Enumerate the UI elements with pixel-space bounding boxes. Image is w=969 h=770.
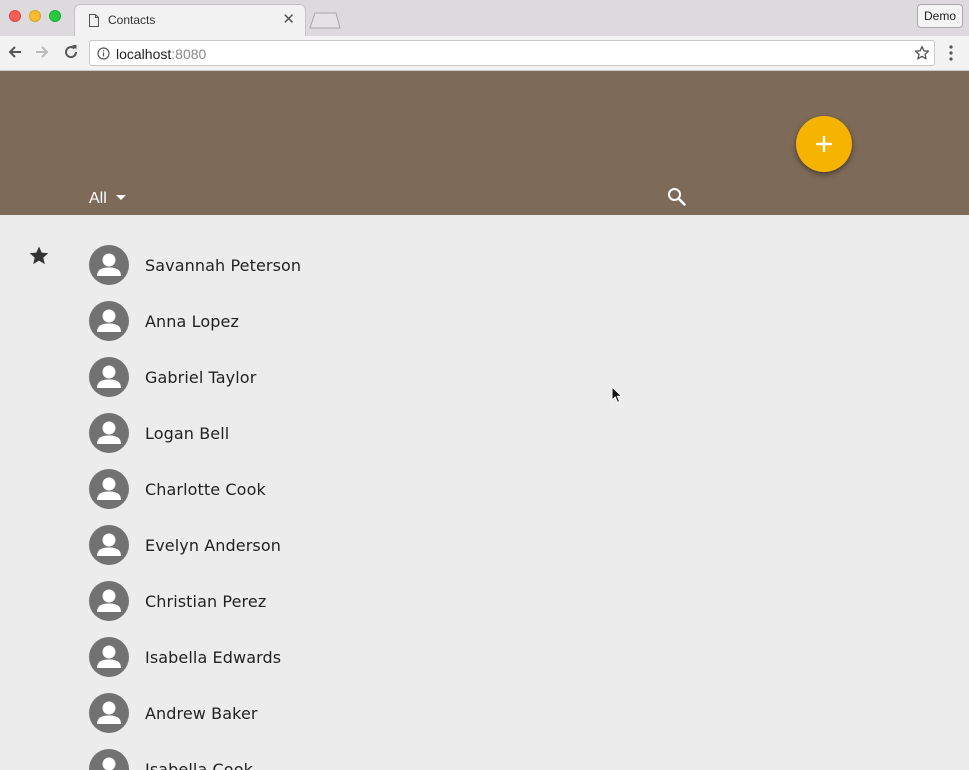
person-icon bbox=[97, 701, 121, 724]
url-host: localhost bbox=[116, 46, 172, 62]
avatar bbox=[89, 469, 129, 509]
plus-icon bbox=[815, 135, 833, 153]
maximize-window-button[interactable] bbox=[49, 10, 61, 22]
contact-row[interactable]: Charlotte Cook bbox=[0, 459, 969, 515]
avatar bbox=[89, 245, 129, 285]
person-icon bbox=[102, 757, 116, 770]
contact-name: Savannah Peterson bbox=[145, 256, 302, 275]
back-arrow-icon[interactable] bbox=[6, 43, 24, 61]
person-icon bbox=[97, 253, 121, 276]
person-icon bbox=[97, 421, 121, 444]
avatar bbox=[89, 693, 129, 733]
contact-row[interactable]: Anna Lopez bbox=[0, 291, 969, 347]
avatar bbox=[89, 749, 129, 770]
contact-name: Isabella Cook bbox=[145, 760, 253, 770]
reload-icon[interactable] bbox=[62, 43, 80, 61]
contact-row[interactable]: Evelyn Anderson bbox=[0, 515, 969, 571]
url-port: :8080 bbox=[171, 46, 207, 62]
filter-label: All bbox=[89, 190, 107, 207]
address-bar[interactable]: localhost:8080 bbox=[89, 40, 935, 66]
tab-title: Contacts bbox=[108, 13, 156, 27]
person-icon bbox=[97, 477, 121, 500]
avatar bbox=[89, 637, 129, 677]
contact-row[interactable]: Gabriel Taylor bbox=[0, 347, 969, 403]
url-text: localhost:8080 bbox=[116, 46, 206, 62]
filter-dropdown[interactable]: All bbox=[89, 190, 126, 208]
avatar bbox=[89, 525, 129, 565]
new-tab-button[interactable] bbox=[309, 12, 341, 29]
contact-name: Evelyn Anderson bbox=[145, 536, 281, 555]
browser-menu-icon[interactable] bbox=[945, 44, 957, 62]
bookmark-star-icon[interactable] bbox=[914, 45, 930, 61]
contact-name: Isabella Edwards bbox=[145, 648, 282, 667]
close-window-button[interactable] bbox=[9, 10, 21, 22]
contact-name: Logan Bell bbox=[145, 424, 230, 443]
person-icon bbox=[97, 589, 121, 612]
avatar bbox=[89, 581, 129, 621]
profile-button[interactable]: Demo bbox=[917, 4, 963, 28]
contact-list: Savannah Peterson Anna Lopez Gabriel Taylo… bbox=[0, 215, 969, 770]
person-icon bbox=[97, 533, 121, 556]
browser-toolbar: localhost:8080 bbox=[0, 36, 969, 71]
document-icon bbox=[89, 14, 99, 27]
contact-name: Christian Perez bbox=[145, 592, 267, 611]
contact-row[interactable]: Isabella Cook bbox=[0, 739, 969, 770]
contact-name: Charlotte Cook bbox=[145, 480, 266, 499]
search-icon[interactable] bbox=[666, 186, 688, 208]
add-contact-button[interactable] bbox=[796, 116, 852, 172]
avatar bbox=[89, 357, 129, 397]
person-icon bbox=[97, 309, 121, 332]
person-icon bbox=[97, 365, 121, 388]
person-icon bbox=[97, 645, 121, 668]
mouse-cursor-icon bbox=[611, 386, 623, 404]
minimize-window-button[interactable] bbox=[29, 10, 41, 22]
browser-titlebar: Contacts ✕ Demo bbox=[0, 0, 969, 36]
favorite-star-icon bbox=[29, 246, 49, 265]
contact-row[interactable]: Savannah Peterson bbox=[0, 235, 969, 291]
caret-down-icon bbox=[115, 195, 126, 200]
browser-tab[interactable]: Contacts ✕ bbox=[74, 4, 306, 36]
contact-name: Andrew Baker bbox=[145, 704, 258, 723]
tab-close-icon[interactable]: ✕ bbox=[282, 12, 295, 28]
contact-row[interactable]: Isabella Edwards bbox=[0, 627, 969, 683]
contact-name: Gabriel Taylor bbox=[145, 368, 257, 387]
info-icon[interactable] bbox=[97, 47, 110, 60]
avatar bbox=[89, 301, 129, 341]
contact-row[interactable]: Logan Bell bbox=[0, 403, 969, 459]
avatar bbox=[89, 413, 129, 453]
contact-row[interactable]: Andrew Baker bbox=[0, 683, 969, 739]
contact-row[interactable]: Christian Perez bbox=[0, 571, 969, 627]
contact-name: Anna Lopez bbox=[145, 312, 239, 331]
forward-arrow-icon[interactable] bbox=[33, 43, 51, 61]
